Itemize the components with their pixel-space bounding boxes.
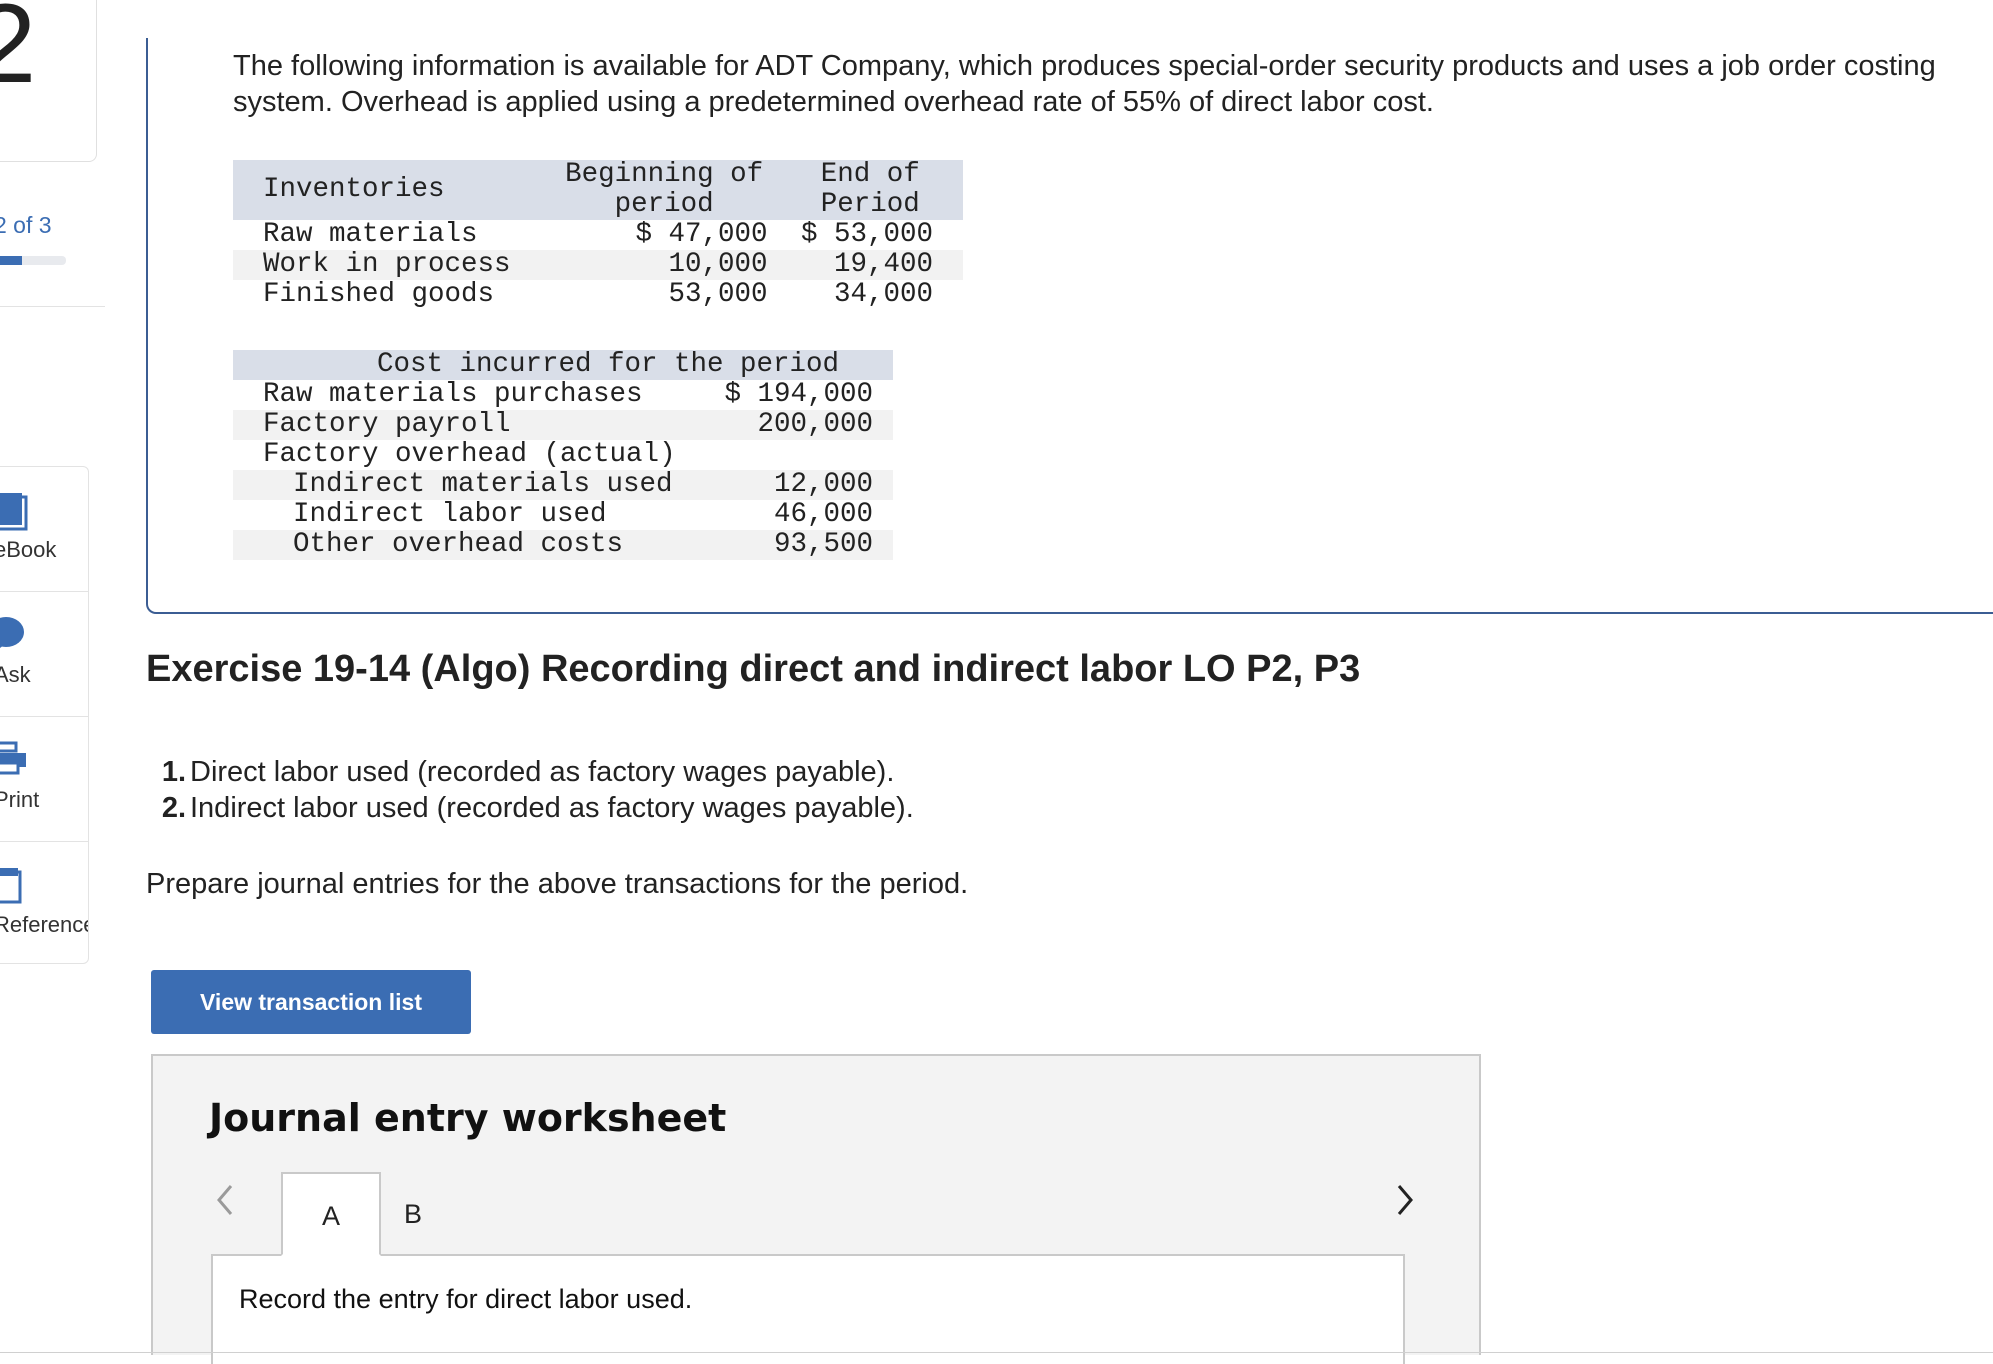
cost-value: 93,500 — [773, 529, 873, 560]
step-text: Direct labor used (recorded as factory w… — [190, 756, 895, 788]
inventory-beginning: 53,000 — [668, 279, 768, 310]
cost-label: Factory payroll — [263, 409, 511, 440]
costs-header: Cost incurred for the period — [376, 349, 840, 380]
table-row: Other overhead costs 93,500 — [233, 530, 893, 560]
table-row: Factory overhead (actual) — [233, 440, 893, 470]
step-number: 1. — [161, 756, 186, 788]
cost-value: 200,000 — [757, 409, 873, 440]
table-row: Raw materials purchases $ 194,000 — [233, 380, 893, 410]
cost-label: Other overhead costs — [293, 529, 624, 560]
cost-label: Indirect materials used — [293, 469, 673, 500]
cost-value: $ 194,000 — [724, 379, 873, 410]
question-progress-text: 2 of 3 — [0, 212, 52, 238]
header-end-line1: End of — [820, 159, 920, 190]
list-item: 1. Direct labor used (recorded as factor… — [146, 754, 914, 790]
tool-ask-label: Ask — [0, 662, 31, 687]
table-row: Work in process 10,000 19,400 — [233, 250, 963, 280]
tool-print[interactable]: Print — [0, 717, 88, 842]
tools-panel: eBook Ask Print References — [0, 466, 89, 964]
inventories-header-row: Inventories Beginning of period End of P… — [233, 160, 963, 220]
header-end-line2: Period — [820, 189, 920, 220]
clipboard-icon — [0, 868, 22, 904]
cost-label: Raw materials purchases — [263, 379, 643, 410]
tab-a[interactable]: A — [281, 1172, 381, 1256]
inventory-beginning: 10,000 — [668, 249, 768, 280]
view-transaction-list-button[interactable]: View transaction list — [151, 970, 471, 1034]
tab-b[interactable]: B — [383, 1172, 443, 1256]
costs-table: Cost incurred for the period Raw materia… — [233, 350, 893, 560]
inventories-table: Inventories Beginning of period End of P… — [233, 160, 963, 310]
step-text: Indirect labor used (recorded as factory… — [190, 792, 914, 824]
inventory-name: Raw materials — [263, 219, 478, 250]
tool-ebook[interactable]: eBook — [0, 467, 88, 592]
table-row: Raw materials $ 47,000 $ 53,000 — [233, 220, 963, 250]
table-row: Factory payroll 200,000 — [233, 410, 893, 440]
inventory-name: Work in process — [263, 249, 511, 280]
table-row: Indirect labor used 46,000 — [233, 500, 893, 530]
inventory-beginning: $ 47,000 — [635, 219, 768, 250]
rail-divider — [0, 306, 105, 307]
exercise-instruction: Prepare journal entries for the above tr… — [146, 868, 969, 900]
inventory-end: 19,400 — [833, 249, 933, 280]
book-icon — [0, 493, 28, 531]
question-progress-fill — [0, 256, 22, 265]
step-number: 2. — [161, 792, 186, 824]
cost-label: Indirect labor used — [293, 499, 607, 530]
chevron-right-icon[interactable] — [1393, 1180, 1417, 1220]
worksheet-body: Record the entry for direct labor used. — [211, 1254, 1405, 1364]
exercise-steps: 1. Direct labor used (recorded as factor… — [146, 754, 914, 826]
problem-info-panel: The following information is available f… — [146, 38, 1993, 614]
tool-print-label: Print — [0, 787, 40, 812]
inventory-end: $ 53,000 — [800, 219, 933, 250]
inventories-header-label: Inventories — [263, 174, 445, 205]
inventory-name: Finished goods — [263, 279, 495, 310]
inventory-end: 34,000 — [833, 279, 933, 310]
worksheet-title: Journal entry worksheet — [209, 1096, 727, 1140]
question-number: 2 — [0, 0, 36, 100]
list-item: 2. Indirect labor used (recorded as fact… — [146, 790, 914, 826]
table-row: Indirect materials used 12,000 — [233, 470, 893, 500]
question-progress-bar — [0, 256, 66, 265]
chat-bubble-icon — [0, 617, 24, 648]
table-row: Finished goods 53,000 34,000 — [233, 280, 963, 310]
tool-references[interactable]: References — [0, 842, 88, 966]
question-number-card: 2 — [0, 0, 97, 162]
exercise-title: Exercise 19-14 (Algo) Recording direct a… — [146, 648, 1361, 690]
cost-value — [711, 440, 893, 470]
header-beginning-line2: period — [614, 189, 714, 220]
tool-references-label: References — [0, 912, 88, 937]
header-beginning-line1: Beginning of — [565, 159, 764, 190]
inventories-header-end: End of Period — [777, 160, 963, 220]
worksheet-prompt: Record the entry for direct labor used. — [239, 1284, 693, 1314]
tool-ebook-label: eBook — [0, 537, 57, 562]
problem-intro-text: The following information is available f… — [233, 50, 1936, 118]
cost-value: 12,000 — [773, 469, 873, 500]
page-bottom-divider — [0, 1352, 1993, 1353]
journal-entry-worksheet: Journal entry worksheet Record the entry… — [151, 1054, 1481, 1364]
cost-label: Factory overhead (actual) — [263, 439, 676, 470]
inventories-header-beginning: Beginning of period — [551, 160, 778, 220]
chevron-left-icon[interactable] — [213, 1180, 237, 1220]
tool-ask[interactable]: Ask — [0, 592, 88, 717]
printer-icon — [0, 741, 26, 775]
costs-header-row: Cost incurred for the period — [233, 350, 893, 380]
cost-value: 46,000 — [773, 499, 873, 530]
